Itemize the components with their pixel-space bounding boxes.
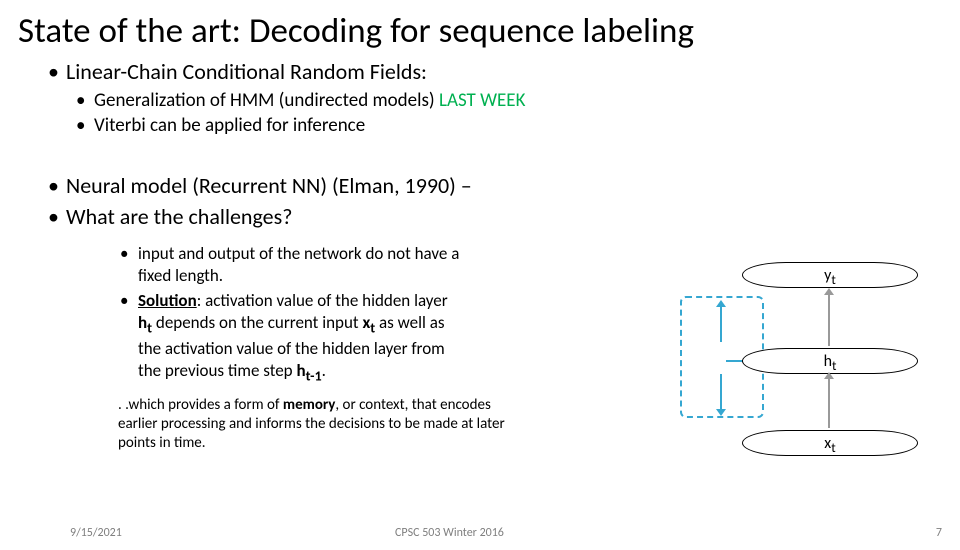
blue-arrow-down-icon [720,374,722,410]
bullet-challenges: What are the challenges? [48,203,960,232]
footnote-pre: . .which provides a form of [118,396,283,414]
bullet-crf: Linear-Chain Conditional Random Fields: [48,58,960,87]
last-week-label: LAST WEEK [439,89,525,112]
bullet-hmm: Generalization of HMM (undirected models… [76,89,960,114]
arrow-x-to-h-icon [828,378,830,428]
node-h: ht [742,348,918,374]
rnn-diagram: yt ht xt [602,258,922,458]
solution-label: Solution [138,290,197,311]
x-sub: t [831,439,835,456]
footer-page: 7 [936,526,942,540]
htm1-sub: t-1 [306,368,322,385]
footnote-memory: memory [283,396,336,414]
node-y: yt [742,262,918,288]
slide-title: State of the art: Decoding for sequence … [18,10,960,52]
ht: h [138,312,147,333]
node-x: xt [742,430,918,456]
bullet-solution: Solution: activation value of the hidden… [120,290,460,386]
bullet-hmm-text: Generalization of HMM (undirected models… [94,89,439,112]
h-label: h [824,352,832,371]
bullet-io: input and output of the network do not h… [120,243,460,287]
bullet-neural: Neural model (Recurrent NN) (Elman, 1990… [48,172,960,201]
htm1: h [296,360,305,381]
arrow-h-to-y-icon [828,294,830,346]
footnote: . .which provides a form of memory, or c… [118,396,528,452]
footer-course: CPSC 503 Winter 2016 [395,526,504,540]
solution-mid: depends on the current input [152,312,362,333]
blue-arrow-up-icon [720,306,722,342]
footer-date: 9/15/2021 [70,526,122,540]
solution-pre: : activation value of the hidden layer [197,290,448,311]
period: . [322,360,326,381]
y-sub: t [831,271,835,288]
bullet-viterbi: Viterbi can be applied for inference [76,114,960,139]
